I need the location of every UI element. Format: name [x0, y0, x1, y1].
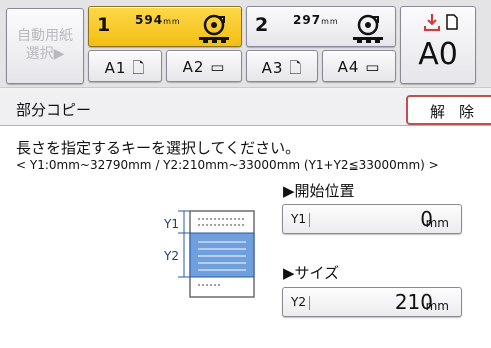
roll-1-number: 1: [97, 14, 111, 36]
size-field[interactable]: Y2 210 mm: [282, 287, 462, 317]
roll-2-length: 297mm: [293, 13, 339, 27]
y1-marker: Y1: [163, 217, 179, 231]
paper-roll-icon: [199, 14, 229, 43]
size-label: ▶サイズ: [283, 264, 340, 282]
y2-marker: Y2: [163, 249, 179, 263]
release-button[interactable]: 解除: [406, 95, 491, 125]
landscape-page-icon: ▭: [204, 58, 226, 76]
release-button-label: 解除: [430, 103, 489, 121]
paper-a1-button[interactable]: A1 🗋: [88, 50, 162, 82]
roll-2-button[interactable]: 2 297mm: [246, 6, 396, 47]
roll-2-number: 2: [255, 14, 269, 36]
paper-a3-button[interactable]: A3 🗋: [246, 50, 318, 82]
auto-paper-select-button: 自動用紙 選択▶: [6, 8, 84, 84]
start-position-label: ▶開始位置: [283, 182, 355, 200]
paper-size-label: A1: [104, 59, 127, 77]
divider: [309, 213, 310, 227]
paper-size-label: A4: [337, 58, 360, 76]
paper-roll-icon: [353, 14, 383, 43]
unit-label: mm: [425, 216, 449, 230]
paper-size-label: A3: [261, 59, 284, 77]
auto-select-line2: 選択▶: [25, 46, 65, 62]
triangle-right-icon: ▶: [283, 264, 295, 282]
unit-label: mm: [425, 299, 449, 313]
output-size-button[interactable]: A0: [400, 6, 476, 84]
paper-a4-button[interactable]: A4 ▭: [322, 50, 396, 82]
output-tray-icon: [424, 14, 458, 31]
output-size-label: A0: [418, 37, 458, 72]
roll-1-button[interactable]: 1 594mm: [88, 6, 242, 47]
roll-1-length: 594mm: [135, 13, 181, 27]
portrait-page-icon: 🗋: [283, 59, 303, 77]
portrait-page-icon: 🗋: [126, 59, 146, 77]
start-position-field[interactable]: Y1 0 mm: [282, 204, 462, 234]
landscape-page-icon: ▭: [359, 58, 381, 76]
paper-size-label: A2: [182, 58, 205, 76]
field-tag: Y2: [291, 295, 306, 309]
field-tag: Y1: [291, 212, 306, 226]
divider: [309, 296, 310, 310]
paper-a2-button[interactable]: A2 ▭: [166, 50, 242, 82]
instruction-text: 長さを指定するキーを選択してください。: [16, 139, 301, 157]
range-text: < Y1:0mm~32790mm / Y2:210mm~33000mm (Y1+…: [16, 158, 439, 172]
triangle-right-icon: ▶: [283, 182, 295, 200]
page-region-diagram: Y1 Y2: [163, 210, 255, 298]
auto-select-line1: 自動用紙: [17, 28, 73, 44]
page-title: 部分コピー: [16, 101, 92, 119]
